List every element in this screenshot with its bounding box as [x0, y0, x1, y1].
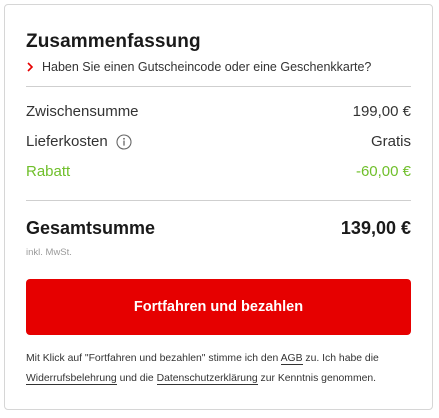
voucher-link-text[interactable]: Haben Sie einen Gutscheincode oder eine … — [42, 60, 371, 74]
discount-value: -60,00 € — [355, 163, 411, 180]
summary-title: Zusammenfassung — [26, 31, 201, 52]
divider-bottom — [26, 200, 411, 201]
legal-text-part3: und die — [116, 373, 157, 384]
discount-row: Rabatt -60,00 € — [26, 163, 411, 180]
legal-text-part1: Mit Klick auf "Fortfahren und bezahlen" … — [26, 353, 281, 364]
withdrawal-link[interactable]: Widerrufsbelehrung — [26, 373, 117, 385]
shipping-row: Lieferkosten Gratis — [26, 133, 411, 150]
divider-top — [26, 86, 411, 87]
info-icon[interactable] — [116, 133, 132, 150]
total-row: Gesamtsumme 139,00 € — [26, 218, 411, 239]
legal-text-part2: zu. Ich habe die — [302, 353, 379, 364]
voucher-toggle[interactable]: Haben Sie einen Gutscheincode oder eine … — [24, 60, 371, 74]
total-value: 139,00 € — [340, 218, 411, 238]
subtotal-value: 199,00 € — [352, 103, 411, 120]
shipping-value: Gratis — [370, 133, 411, 150]
subtotal-row: Zwischensumme 199,00 € — [26, 103, 411, 120]
legal-text: Mit Klick auf "Fortfahren und bezahlen" … — [26, 349, 414, 389]
agb-link[interactable]: AGB — [280, 353, 303, 365]
vat-note: inkl. MwSt. — [26, 247, 72, 258]
legal-text-part4: zur Kenntnis genommen. — [257, 373, 377, 384]
subtotal-label: Zwischensumme — [26, 103, 139, 120]
shipping-label: Lieferkosten — [26, 133, 108, 150]
total-label: Gesamtsumme — [26, 218, 156, 238]
chevron-right-icon — [27, 62, 34, 72]
pay-button[interactable]: Fortfahren und bezahlen — [26, 279, 411, 335]
discount-label: Rabatt — [26, 163, 71, 180]
privacy-link[interactable]: Datenschutzerklärung — [156, 373, 258, 385]
